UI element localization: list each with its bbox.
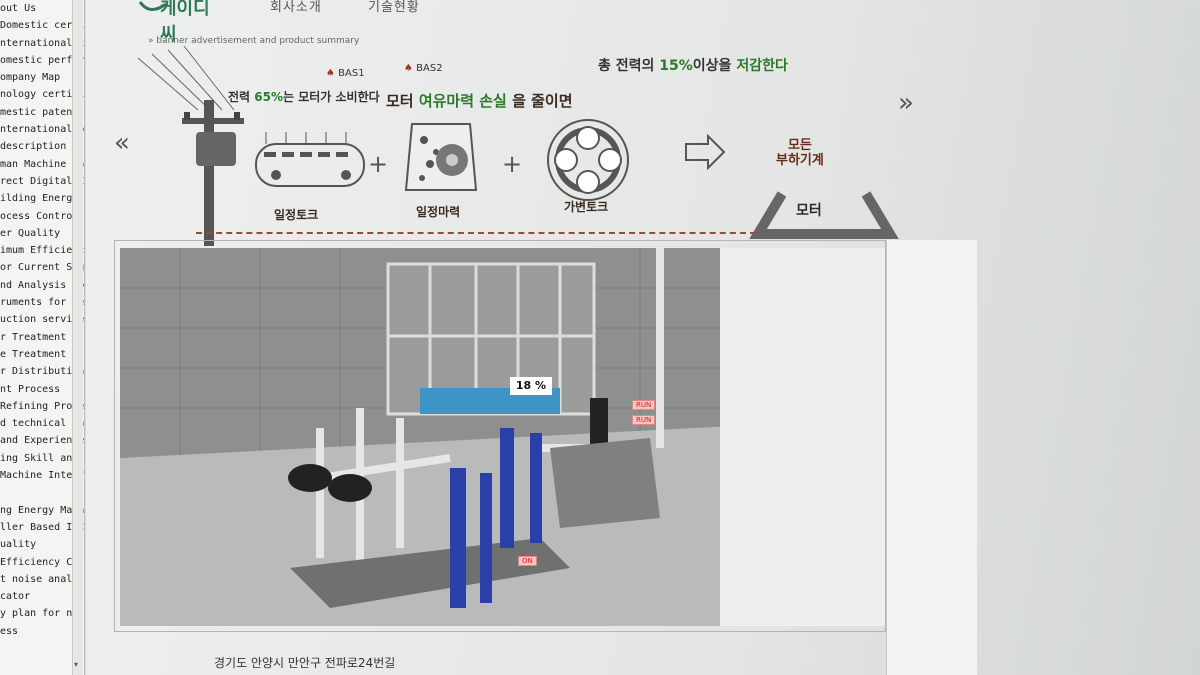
sidebar-scrollbar[interactable]: ▾ — [72, 0, 83, 675]
spade-icon: ♠ — [326, 68, 335, 79]
equipment-render-drawing — [120, 248, 885, 626]
scroll-down-icon[interactable]: ▾ — [74, 660, 78, 669]
headline-total-saving: 총 전력의 15%이상을 저감한다 — [598, 58, 788, 74]
status-tag-on: ON — [518, 556, 537, 566]
headline-reduce-loss: 모터 여유마력 손실 을 줄이면 — [386, 92, 573, 110]
footer-address: 경기도 안양시 만안구 전파로24번길 — [214, 656, 396, 670]
status-tag-run: RUN — [632, 400, 656, 410]
equipment-render-image — [120, 248, 885, 626]
label-constant-power: 일정마력 — [416, 205, 461, 219]
bas2-label: ♠ BAS2 — [404, 63, 443, 74]
arrow-right-outline-icon — [685, 133, 726, 171]
motor-triangle-icon — [749, 191, 899, 239]
bas1-label: ♠ BAS1 — [326, 68, 365, 79]
nav-company-intro[interactable]: 회사소개 — [270, 0, 322, 15]
label-all-loads: 모든 부하기계 — [776, 138, 824, 168]
main-content: 케이디씨 회사소개 기술현황 » banner advertisement an… — [86, 0, 1200, 675]
crusher-icon — [404, 123, 478, 191]
headline-motor-consumption: 전력 65%는 모터가 소비한다 — [228, 90, 380, 104]
plus-icon: + — [368, 150, 389, 178]
banner-prev-icon[interactable]: « — [114, 128, 130, 158]
banner-next-icon[interactable]: » — [898, 88, 914, 118]
dashed-divider — [196, 232, 756, 234]
label-variable-torque: 가변토크 — [564, 200, 609, 214]
label-motor: 모터 — [796, 203, 822, 219]
site-logo[interactable]: 케이디씨 — [138, 0, 224, 45]
conveyor-icon — [255, 132, 365, 187]
pump-icon — [547, 119, 629, 201]
right-white-panel — [886, 240, 977, 675]
status-tag-run: RUN — [632, 415, 656, 425]
nav-technology[interactable]: 기술현황 — [368, 0, 420, 15]
tank-level-label: 18 % — [510, 377, 552, 395]
utility-pole-icon — [182, 100, 244, 246]
label-constant-torque: 일정토크 — [274, 208, 319, 222]
spade-icon: ♠ — [404, 63, 413, 74]
plus-icon: + — [502, 150, 523, 178]
